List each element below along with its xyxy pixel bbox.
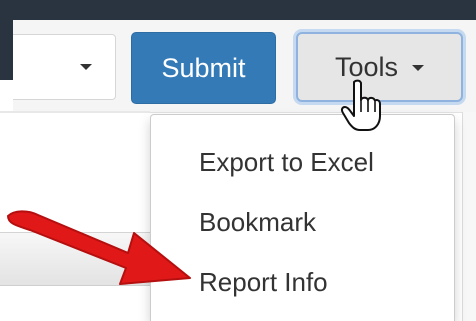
report-select-dropdown[interactable] [13,34,116,100]
chevron-down-icon [412,65,425,71]
chevron-down-icon [80,64,92,70]
divider [0,111,150,113]
submit-button[interactable]: Submit [131,32,276,104]
submit-button-label: Submit [161,52,246,83]
header-bar [0,0,476,20]
red-arrow-annotation [7,210,191,285]
menu-item-label: Report Info [199,266,328,297]
header-edge [0,0,13,80]
menu-item-label: Bookmark [199,206,317,237]
hand-pointer-icon [340,79,381,131]
scroll-edge[interactable] [462,112,476,321]
page-content: Submit Tools Export to Excel Bookmark Re… [0,0,476,321]
report-toolbar: Submit Tools [13,20,476,113]
menu-item-label: Export to Excel [199,146,374,177]
